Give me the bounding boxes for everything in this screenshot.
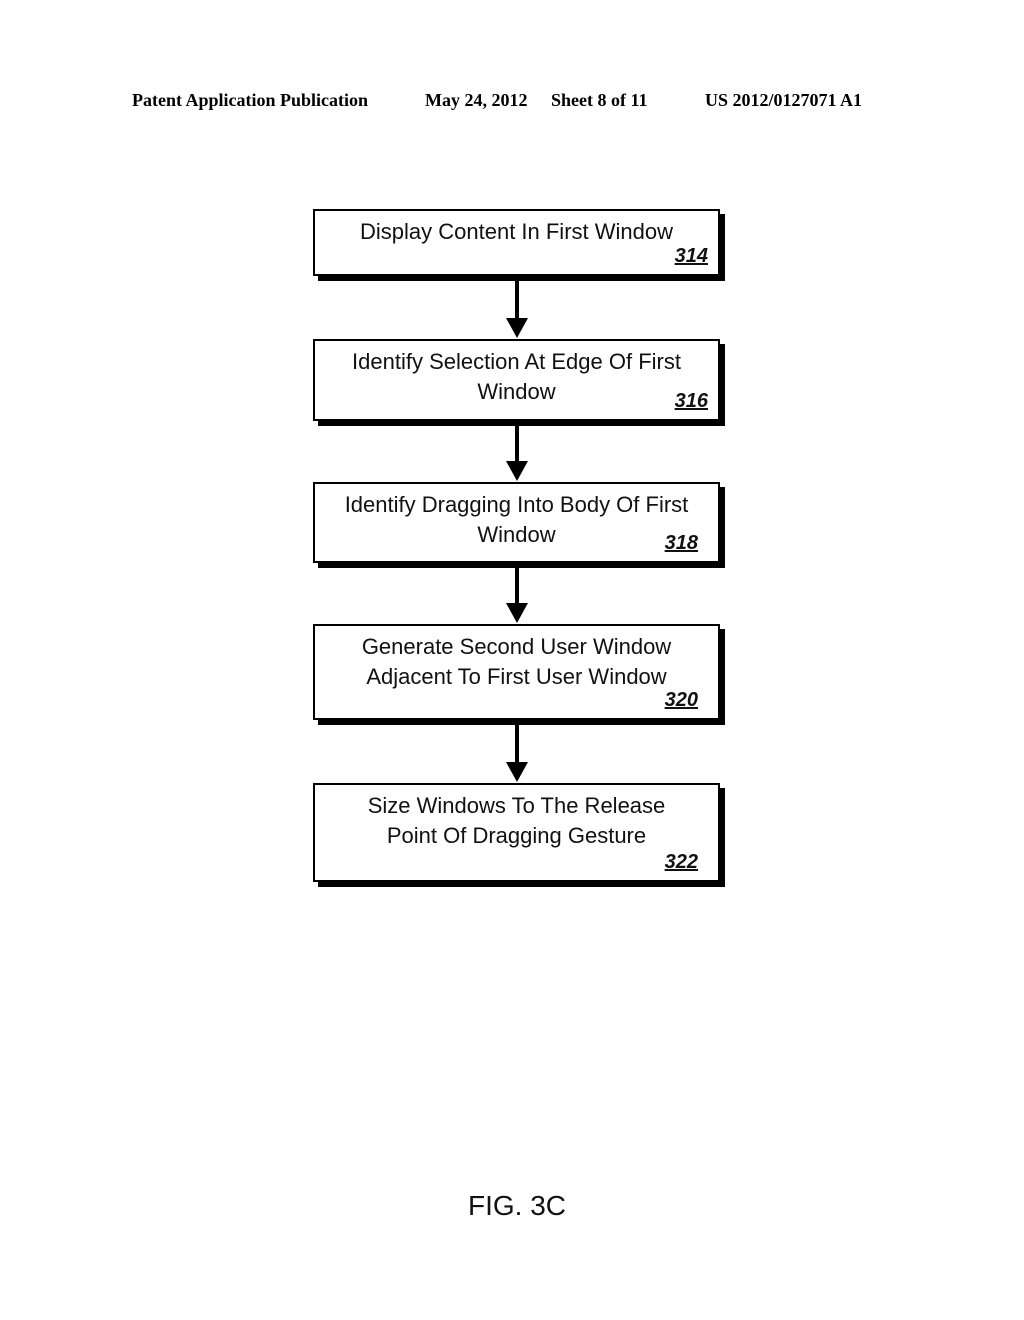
publication-title: Patent Application Publication <box>132 90 369 110</box>
step-ref: 316 <box>674 390 708 412</box>
step-ref: 322 <box>664 851 698 873</box>
step-text: Identify Dragging Into Body Of First Win… <box>344 492 689 547</box>
step-text: Identify Selection At Edge Of First Wind… <box>352 349 681 404</box>
arrow-down-icon <box>506 603 528 623</box>
step-text: Generate Second User Window Adjacent To … <box>361 634 672 689</box>
sheet-number: Sheet 8 of 11 <box>551 90 648 110</box>
arrow-line <box>515 722 519 764</box>
step-text: Display Content In First Window <box>360 219 673 244</box>
step-box-318: Identify Dragging Into Body Of First Win… <box>313 482 720 563</box>
step-box-322: Size Windows To The Release Point Of Dra… <box>313 783 720 882</box>
arrow-line <box>515 423 519 463</box>
step-box-316: Identify Selection At Edge Of First Wind… <box>313 339 720 421</box>
step-text: Size Windows To The Release Point Of Dra… <box>367 793 666 848</box>
arrow-line <box>515 565 519 605</box>
step-ref: 320 <box>664 689 698 711</box>
patent-number: US 2012/0127071 A1 <box>705 90 863 110</box>
arrow-down-icon <box>506 318 528 338</box>
step-box-314: Display Content In First Window 314 <box>313 209 720 276</box>
arrow-down-icon <box>506 762 528 782</box>
arrow-down-icon <box>506 461 528 481</box>
arrow-line <box>515 278 519 320</box>
step-ref: 314 <box>674 245 708 267</box>
publication-date: May 24, 2012 <box>425 90 528 110</box>
step-box-320: Generate Second User Window Adjacent To … <box>313 624 720 720</box>
figure-label: FIG. 3C <box>467 1190 566 1221</box>
step-ref: 318 <box>664 532 698 554</box>
